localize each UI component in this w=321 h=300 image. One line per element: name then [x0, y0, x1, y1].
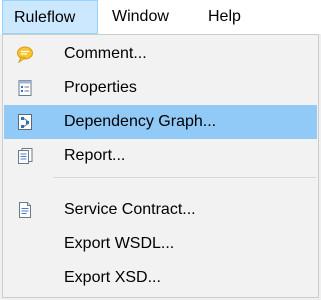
- menu-bar: Ruleflow Window Help: [0, 0, 321, 34]
- menu-item-service-contract[interactable]: Service Contract...: [4, 193, 317, 227]
- app-window: Ruleflow Window Help Comment... Properti…: [0, 0, 321, 300]
- menu-window[interactable]: Window: [112, 0, 169, 34]
- comment-icon: [17, 46, 33, 63]
- menu-separator: [53, 177, 316, 178]
- menu-item-label: Service Contract...: [64, 201, 196, 218]
- menu-item-label: Dependency Graph...: [64, 113, 217, 130]
- menu-item-report[interactable]: Report...: [4, 139, 317, 173]
- service-contract-icon: [19, 202, 31, 218]
- menu-item-comment[interactable]: Comment...: [4, 37, 317, 71]
- menu-item-label: Comment...: [64, 45, 147, 62]
- menu-item-export-wsdl[interactable]: Export WSDL...: [4, 227, 317, 261]
- menu-item-export-xsd[interactable]: Export XSD...: [4, 261, 317, 295]
- dependency-graph-icon: [18, 114, 32, 130]
- menu-item-label: Report...: [64, 147, 126, 164]
- report-icon: [18, 148, 33, 164]
- menu-item-properties[interactable]: Properties: [4, 71, 317, 105]
- menu-ruleflow[interactable]: Ruleflow: [2, 0, 98, 34]
- menu-item-label: Export WSDL...: [64, 235, 175, 252]
- menu-item-label: Export XSD...: [64, 269, 161, 286]
- menu-item-dependency-graph[interactable]: Dependency Graph...: [4, 105, 317, 139]
- properties-icon: [18, 80, 32, 96]
- menu-item-label: Properties: [64, 79, 137, 96]
- menu-help[interactable]: Help: [208, 0, 241, 34]
- ruleflow-dropdown-menu: Comment... Properties Dependency Graph..…: [2, 34, 319, 298]
